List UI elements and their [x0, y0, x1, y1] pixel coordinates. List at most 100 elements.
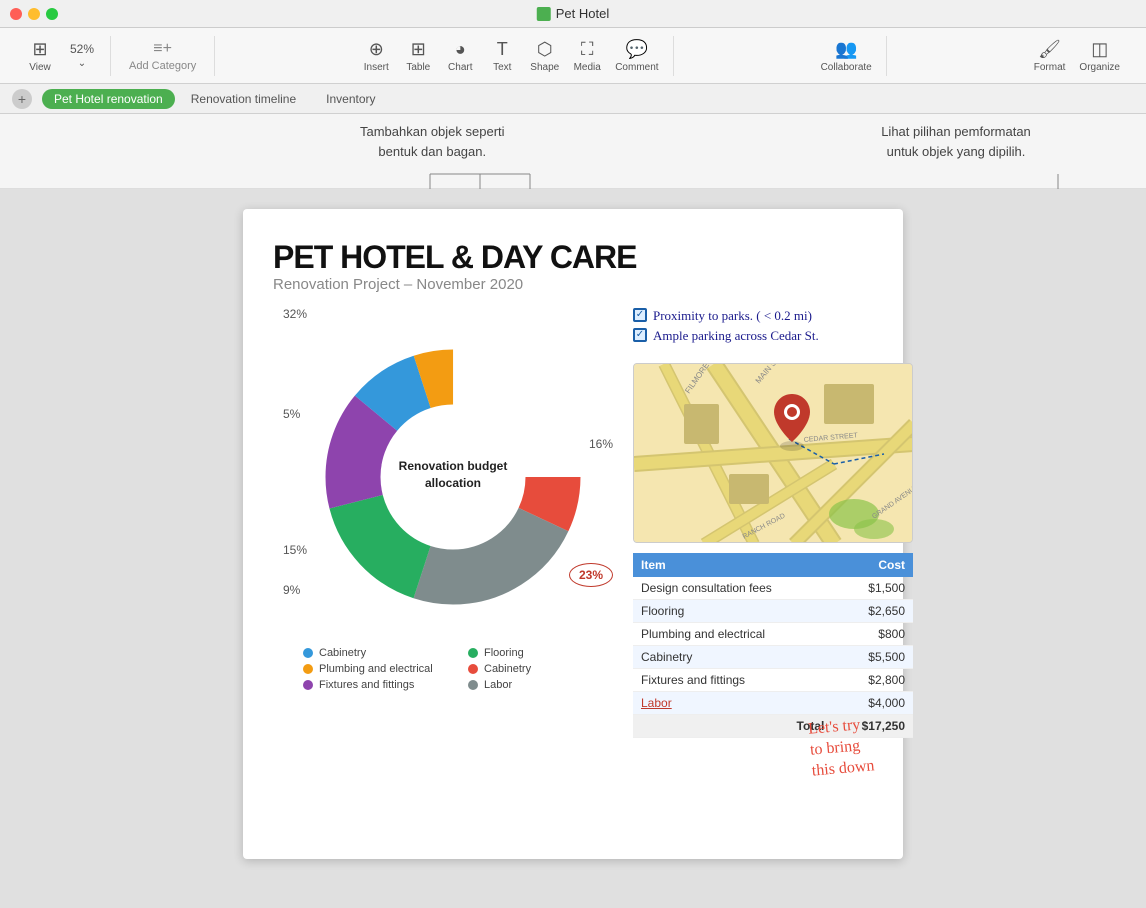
- row-cost-2: $2,650: [832, 600, 913, 623]
- comment-button[interactable]: 💬 Comment: [609, 35, 664, 77]
- media-icon: ⛶: [581, 39, 594, 60]
- check-item-2: ✓ Ample parking across Cedar St.: [633, 327, 913, 345]
- media-button[interactable]: ⛶ Media: [567, 35, 607, 77]
- add-category-label: Add Category: [129, 60, 196, 72]
- add-category-section: ≡+ Add Category: [111, 36, 215, 76]
- legend-item-cabinetry: Cabinetry Cabinetry: [468, 663, 613, 675]
- checkbox-2[interactable]: ✓: [633, 328, 647, 342]
- budget-table: Item Cost Design consultation fees $1,50…: [633, 553, 913, 738]
- donut-chart-wrapper: 32% 16% 5% 15% 9% 23%: [273, 307, 613, 647]
- table-row-labor: Labor $4,000: [633, 692, 913, 715]
- col-header-cost: Cost: [832, 553, 913, 577]
- format-section: 🖌 Format ◫ Organize: [1020, 36, 1134, 76]
- document-area: PET HOTEL & DAY CARE Renovation Project …: [0, 189, 1146, 908]
- map-svg: FILMORE ST. MAIN STREET CEDAR STREET GRA…: [634, 364, 913, 543]
- row-item-6: Labor: [633, 692, 832, 715]
- annotation-left: Tambahkan objek seperti bentuk dan bagan…: [360, 122, 505, 161]
- window-title: Pet Hotel: [537, 6, 609, 21]
- insert-icon: ⊕: [369, 39, 384, 60]
- view-icon: ⊞: [32, 39, 47, 60]
- chart-button[interactable]: ◕ Chart: [440, 35, 480, 77]
- chart-section: 32% 16% 5% 15% 9% 23%: [273, 307, 613, 738]
- add-category-button[interactable]: ≡+ Add Category: [119, 36, 206, 76]
- chart-icon: ◕: [455, 39, 466, 60]
- table-row: Cabinetry $5,500: [633, 646, 913, 669]
- annotation-right: Lihat pilihan pemformatan untuk objek ya…: [846, 122, 1066, 161]
- handwritten-text: Let's try to bring this down: [808, 716, 876, 779]
- shape-icon: ⬡: [537, 39, 553, 60]
- handwritten-note: Let's try to bring this down: [808, 714, 876, 782]
- annotation-right-text: Lihat pilihan pemformatan untuk objek ya…: [881, 124, 1031, 159]
- check-label-1: Proximity to parks. ( < 0.2 mi): [653, 307, 812, 325]
- legend-dot-flooring: [468, 648, 478, 658]
- add-tab-button[interactable]: +: [12, 89, 32, 109]
- collaborate-icon: 👥: [835, 39, 857, 60]
- table-row: Design consultation fees $1,500: [633, 577, 913, 600]
- zoom-button[interactable]: 52% ⌄: [62, 38, 102, 73]
- legend-dot-plumbing: [303, 664, 313, 674]
- right-section: ✓ Proximity to parks. ( < 0.2 mi) ✓ Ampl…: [633, 307, 913, 738]
- organize-button[interactable]: ◫ Organize: [1073, 35, 1126, 77]
- checkmark-1: ✓: [636, 308, 644, 322]
- legend-dot-labor: [468, 680, 478, 690]
- row-cost-6: $4,000: [832, 692, 913, 715]
- doc-icon: [537, 7, 551, 21]
- legend-label-plumbing: Plumbing and electrical: [319, 663, 433, 675]
- title-bar: Pet Hotel: [0, 0, 1146, 28]
- table-icon: ⊞: [411, 39, 426, 60]
- row-item-2: Flooring: [633, 600, 832, 623]
- legend-label-design: Cabinetry: [319, 647, 366, 659]
- minimize-button[interactable]: [28, 8, 40, 20]
- format-button[interactable]: 🖌 Format: [1028, 35, 1072, 77]
- row-cost-5: $2,800: [832, 669, 913, 692]
- legend-item-plumbing: Plumbing and electrical: [303, 663, 448, 675]
- table-button[interactable]: ⊞ Table: [398, 35, 438, 77]
- text-icon: T: [497, 39, 508, 60]
- label-5: 5%: [283, 407, 300, 421]
- check-label-2: Ample parking across Cedar St.: [653, 327, 819, 345]
- row-item-1: Design consultation fees: [633, 577, 832, 600]
- label-32: 32%: [283, 307, 307, 321]
- table-row: Flooring $2,650: [633, 600, 913, 623]
- main-content: PET HOTEL & DAY CARE Renovation Project …: [0, 189, 1146, 908]
- shape-label: Shape: [530, 62, 559, 73]
- row-cost-1: $1,500: [832, 577, 913, 600]
- tab-renovation-timeline[interactable]: Renovation timeline: [177, 88, 310, 110]
- check-item-1: ✓ Proximity to parks. ( < 0.2 mi): [633, 307, 913, 325]
- document-page: PET HOTEL & DAY CARE Renovation Project …: [243, 209, 903, 859]
- legend-label-flooring: Flooring: [484, 647, 524, 659]
- table-row: Fixtures and fittings $2,800: [633, 669, 913, 692]
- zoom-icon: ⌄: [78, 58, 86, 69]
- view-button[interactable]: ⊞ View: [20, 35, 60, 77]
- text-button[interactable]: T Text: [482, 35, 522, 77]
- text-label: Text: [493, 62, 511, 73]
- label-9: 9%: [283, 583, 300, 597]
- tab-pet-hotel-renovation[interactable]: Pet Hotel renovation: [42, 89, 175, 109]
- toolbar: ⊞ View 52% ⌄ ≡+ Add Category ⊕ Insert ⊞ …: [0, 28, 1146, 84]
- map-container: FILMORE ST. MAIN STREET CEDAR STREET GRA…: [633, 363, 913, 543]
- legend-label-labor: Labor: [484, 679, 512, 691]
- checkbox-1[interactable]: ✓: [633, 308, 647, 322]
- fullscreen-button[interactable]: [46, 8, 58, 20]
- donut-svg: Renovation budget allocation: [303, 327, 603, 627]
- legend-item-fixtures: Fixtures and fittings: [303, 679, 448, 691]
- row-cost-4: $5,500: [832, 646, 913, 669]
- tab-inventory[interactable]: Inventory: [312, 88, 389, 110]
- comment-icon: 💬: [626, 39, 648, 60]
- col-header-item: Item: [633, 553, 832, 577]
- legend-item-flooring: Flooring: [468, 647, 613, 659]
- center-text-2: allocation: [425, 476, 481, 490]
- legend-dot-design: [303, 648, 313, 658]
- shape-button[interactable]: ⬡ Shape: [524, 35, 565, 77]
- add-category-icon: ≡+: [153, 40, 172, 58]
- legend-label-cabinetry-text: Cabinetry: [484, 663, 531, 675]
- insert-button[interactable]: ⊕ Insert: [356, 35, 396, 77]
- checklist: ✓ Proximity to parks. ( < 0.2 mi) ✓ Ampl…: [633, 307, 913, 347]
- close-button[interactable]: [10, 8, 22, 20]
- window-title-text: Pet Hotel: [556, 6, 609, 21]
- collaborate-button[interactable]: 👥 Collaborate: [815, 35, 878, 77]
- legend-dot-cabinetry: [468, 664, 478, 674]
- center-text-1: Renovation budget: [399, 459, 508, 473]
- row-cost-3: $800: [832, 623, 913, 646]
- doc-subtitle: Renovation Project – November 2020: [273, 276, 873, 293]
